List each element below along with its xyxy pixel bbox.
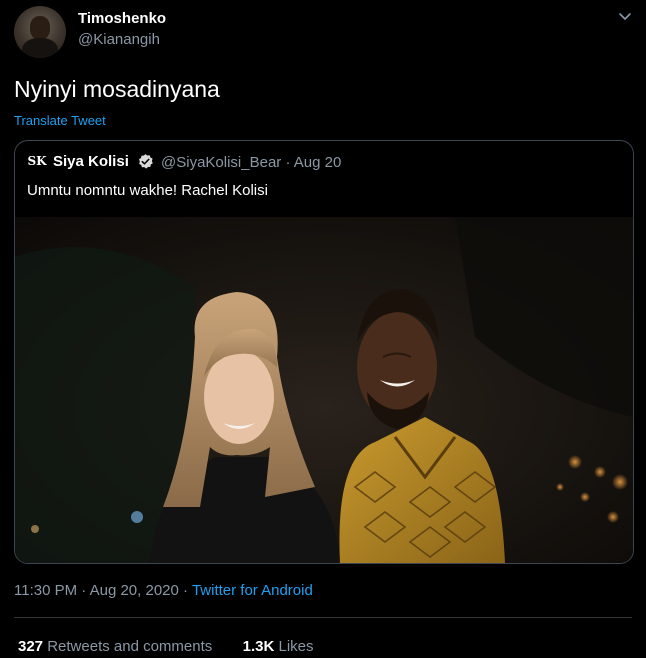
quoted-tweet-card[interactable]: SK Siya Kolisi @SiyaKolisi_Bear · Aug 20… <box>14 140 634 564</box>
tweet-timestamp-row: 11:30 PM · Aug 20, 2020 · Twitter for An… <box>14 582 313 599</box>
tweet-date[interactable]: Aug 20, 2020 <box>90 582 179 599</box>
quoted-author-name[interactable]: Siya Kolisi <box>53 153 129 170</box>
retweets-label: Retweets and comments <box>47 638 213 655</box>
author-avatar[interactable] <box>14 6 66 58</box>
translate-tweet-link[interactable]: Translate Tweet <box>14 113 106 128</box>
divider <box>14 617 632 618</box>
meta-separator: · <box>81 582 90 599</box>
tweet-time[interactable]: 11:30 PM <box>14 582 77 599</box>
likes-label: Likes <box>278 638 314 655</box>
quoted-tweet-date[interactable]: Aug 20 <box>294 154 342 171</box>
meta-separator: · <box>285 154 294 171</box>
chevron-down-icon[interactable] <box>617 10 633 24</box>
meta-separator: · <box>183 582 192 599</box>
quoted-author-avatar[interactable]: SK <box>27 151 47 171</box>
tweet-stats: 327 Retweets and comments 1.3K Likes <box>18 638 314 655</box>
retweets-count: 327 <box>18 638 44 655</box>
likes-count: 1.3K <box>242 638 275 655</box>
tweet-source-link[interactable]: Twitter for Android <box>192 582 313 599</box>
quoted-author-handle[interactable]: @SiyaKolisi_Bear <box>161 154 281 171</box>
retweets-stat[interactable]: 327 Retweets and comments <box>18 638 216 655</box>
quoted-tweet-text: Umntu nomntu wakhe! Rachel Kolisi <box>27 182 268 199</box>
author-handle[interactable]: @Kianangih <box>78 31 160 48</box>
tweet-text: Nyinyi mosadinyana <box>14 76 220 102</box>
likes-stat[interactable]: 1.3K Likes <box>243 638 314 655</box>
quoted-tweet-photo[interactable] <box>15 217 633 563</box>
author-display-name[interactable]: Timoshenko <box>78 10 166 27</box>
verified-badge-icon <box>138 154 153 169</box>
